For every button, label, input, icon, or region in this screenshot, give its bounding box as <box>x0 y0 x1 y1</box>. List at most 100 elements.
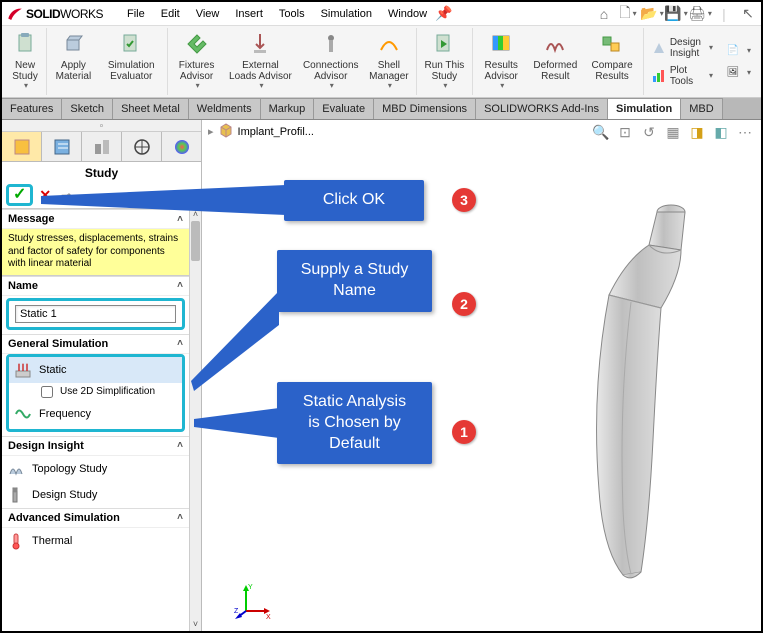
ok-button[interactable]: ✓ <box>6 184 33 206</box>
property-manager-tab[interactable] <box>42 132 82 161</box>
doc-name[interactable]: Implant_Profil... <box>238 126 314 138</box>
feature-tree-tab[interactable] <box>2 132 42 161</box>
design-study-option[interactable]: Design Study <box>2 482 189 508</box>
prev-view-icon[interactable]: ↺ <box>639 122 659 142</box>
new-doc-icon[interactable]: 🗋▾ <box>619 5 637 23</box>
menu-insert[interactable]: Insert <box>227 5 271 23</box>
callout-static-default: Static Analysis is Chosen by Default <box>277 382 432 464</box>
use-2d-option[interactable]: Use 2D Simplification <box>9 383 182 401</box>
svg-text:Z: Z <box>234 608 239 615</box>
scroll-down-icon[interactable]: ˅ <box>190 619 201 631</box>
new-study-button[interactable]: New Study▾ <box>6 28 44 95</box>
name-header[interactable]: Name ˄ <box>2 276 189 296</box>
view-orient-icon[interactable]: ◨ <box>687 122 707 142</box>
results-icon <box>487 30 515 58</box>
display-manager-tab[interactable] <box>162 132 201 161</box>
loads-icon <box>246 30 274 58</box>
view-triad[interactable]: Y X Z <box>234 581 274 621</box>
menu-view[interactable]: View <box>188 5 228 23</box>
run-study-button[interactable]: Run This Study▾ <box>419 28 470 95</box>
fixtures-icon <box>183 30 211 58</box>
open-icon[interactable]: 📂▾ <box>643 5 661 23</box>
menu-simulation[interactable]: Simulation <box>313 5 380 23</box>
chevron-up-icon: ˄ <box>177 440 183 451</box>
use-2d-checkbox[interactable] <box>41 386 53 398</box>
advanced-simulation-header[interactable]: Advanced Simulation ˄ <box>2 508 189 528</box>
more-icon[interactable]: ⋯ <box>735 122 755 142</box>
menu-window[interactable]: Window <box>380 5 435 23</box>
plot-tools-button[interactable]: Plot Tools▾ <box>650 63 715 89</box>
scroll-thumb[interactable] <box>191 221 200 261</box>
app-logo: SOLIDWORKS <box>6 5 103 23</box>
tab-features[interactable]: Features <box>2 98 62 119</box>
badge-3: 3 <box>452 188 476 212</box>
menu-edit[interactable]: Edit <box>153 5 188 23</box>
tab-simulation[interactable]: Simulation <box>608 98 681 119</box>
dimxpert-tab[interactable] <box>122 132 162 161</box>
design-study-icon <box>6 485 26 505</box>
tab-mbd-dimensions[interactable]: MBD Dimensions <box>374 98 476 119</box>
design-insight-button[interactable]: Design Insight▾ <box>650 35 715 61</box>
results-advisor-button[interactable]: Results Advisor▾ <box>475 28 527 95</box>
panel-title: Study <box>2 162 201 182</box>
fixtures-advisor-button[interactable]: Fixtures Advisor▾ <box>170 28 224 95</box>
section-view-icon[interactable]: ▦ <box>663 122 683 142</box>
zoom-area-icon[interactable]: ⊡ <box>615 122 635 142</box>
config-manager-tab[interactable] <box>82 132 122 161</box>
static-icon <box>13 360 33 380</box>
view-toolbar: 🔍 ⊡ ↺ ▦ ◨ ◧ ⋯ <box>591 122 755 142</box>
connections-advisor-button[interactable]: Connections Advisor▾ <box>297 28 364 95</box>
shell-manager-button[interactable]: Shell Manager▾ <box>364 28 414 95</box>
frequency-icon <box>13 404 33 424</box>
tab-addins[interactable]: SOLIDWORKS Add-Ins <box>476 98 608 119</box>
tab-mbd[interactable]: MBD <box>681 98 722 119</box>
study-name-input[interactable] <box>15 305 176 323</box>
home-icon[interactable]: ⌂ <box>595 5 613 23</box>
insight-icon <box>652 40 666 56</box>
menu-file[interactable]: File <box>119 5 153 23</box>
menubar: SOLIDWORKS File Edit View Insert Tools S… <box>2 2 761 26</box>
compare-results-button[interactable]: Compare Results <box>583 28 640 95</box>
chevron-up-icon: ˄ <box>177 512 183 523</box>
design-insight-header[interactable]: Design Insight ˄ <box>2 436 189 456</box>
zoom-fit-icon[interactable]: 🔍 <box>591 122 611 142</box>
general-simulation-header[interactable]: General Simulation ˄ <box>2 334 189 354</box>
tab-sketch[interactable]: Sketch <box>62 98 113 119</box>
apply-material-button[interactable]: Apply Material <box>49 28 98 95</box>
tab-markup[interactable]: Markup <box>261 98 315 119</box>
simulation-evaluator-button[interactable]: Simulation Evaluator <box>98 28 165 95</box>
message-text: Study stresses, displacements, strains a… <box>2 229 189 276</box>
pin-icon[interactable]: 📌 <box>435 5 453 23</box>
shell-icon <box>375 30 403 58</box>
panel-grip[interactable]: ∘ <box>2 120 201 132</box>
image-icon: 🖼 <box>725 65 741 81</box>
run-icon <box>430 30 458 58</box>
save-icon[interactable]: 💾▾ <box>667 5 685 23</box>
tab-sheetmetal[interactable]: Sheet Metal <box>113 98 189 119</box>
include-image-button[interactable]: 🖼▾ <box>723 63 753 83</box>
connections-icon <box>317 30 345 58</box>
external-loads-button[interactable]: External Loads Advisor▾ <box>224 28 298 95</box>
chevron-up-icon: ˄ <box>177 280 183 291</box>
select-icon[interactable]: ↖ <box>739 5 757 23</box>
svg-text:X: X <box>266 614 271 621</box>
quick-access-toolbar: ⌂ 🗋▾ 📂▾ 💾▾ 🖨▾ | ↖ <box>595 5 757 23</box>
menu-tools[interactable]: Tools <box>271 5 313 23</box>
model-render <box>531 190 731 590</box>
topology-option[interactable]: Topology Study <box>2 456 189 482</box>
tab-weldments[interactable]: Weldments <box>189 98 261 119</box>
static-option[interactable]: Static <box>9 357 182 383</box>
new-study-icon <box>11 30 39 58</box>
report-icon: 📄 <box>725 43 741 59</box>
tab-evaluate[interactable]: Evaluate <box>314 98 374 119</box>
report-button[interactable]: 📄▾ <box>723 41 753 61</box>
content-area: ∘ Study ✓ ✕ ⊸ <box>2 120 761 631</box>
print-icon[interactable]: 🖨▾ <box>691 5 709 23</box>
panel-scroll-area: Message ˄ Study stresses, displacements,… <box>2 209 201 631</box>
thermal-option[interactable]: Thermal <box>2 528 189 554</box>
frequency-option[interactable]: Frequency <box>9 401 182 427</box>
display-style-icon[interactable]: ◧ <box>711 122 731 142</box>
material-icon <box>59 30 87 58</box>
breadcrumb-arrow-icon[interactable]: ▸ <box>208 125 214 138</box>
deformed-result-button[interactable]: Deformed Result <box>527 28 583 95</box>
